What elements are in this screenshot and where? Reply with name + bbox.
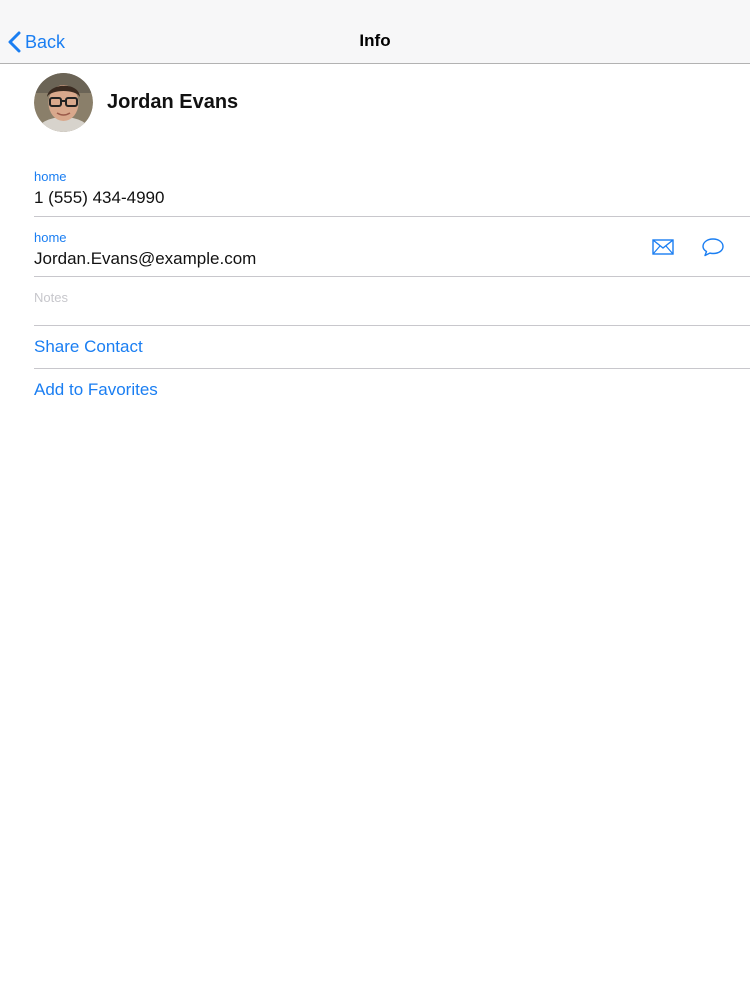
divider: [34, 276, 750, 277]
share-contact-button[interactable]: Share Contact: [34, 337, 750, 357]
contact-info-screen: Back Info Jordan Evans home 1 (555) 434-…: [0, 0, 750, 1000]
mail-icon[interactable]: [650, 236, 676, 258]
share-contact-row[interactable]: Share Contact: [34, 337, 750, 357]
avatar[interactable]: [34, 72, 93, 132]
divider: [34, 368, 750, 369]
add-to-favorites-button[interactable]: Add to Favorites: [34, 380, 750, 400]
phone-label: home: [34, 169, 67, 184]
email-row[interactable]: home Jordan.Evans@example.com: [34, 230, 750, 270]
phone-value[interactable]: 1 (555) 434-4990: [34, 187, 750, 209]
email-label: home: [34, 230, 67, 245]
contact-header: Jordan Evans: [34, 72, 238, 132]
divider: [34, 216, 750, 217]
notes-row[interactable]: Notes: [34, 290, 750, 305]
email-actions: [650, 236, 726, 258]
contact-name: Jordan Evans: [107, 90, 239, 113]
divider: [34, 325, 750, 326]
page-title: Info: [359, 31, 391, 50]
message-bubble-icon[interactable]: [700, 236, 726, 258]
add-to-favorites-row[interactable]: Add to Favorites: [34, 380, 750, 400]
navigation-bar: Back Info: [0, 0, 750, 64]
notes-field[interactable]: Notes: [34, 290, 750, 305]
email-value[interactable]: Jordan.Evans@example.com: [34, 248, 750, 270]
phone-row[interactable]: home 1 (555) 434-4990: [34, 169, 750, 209]
